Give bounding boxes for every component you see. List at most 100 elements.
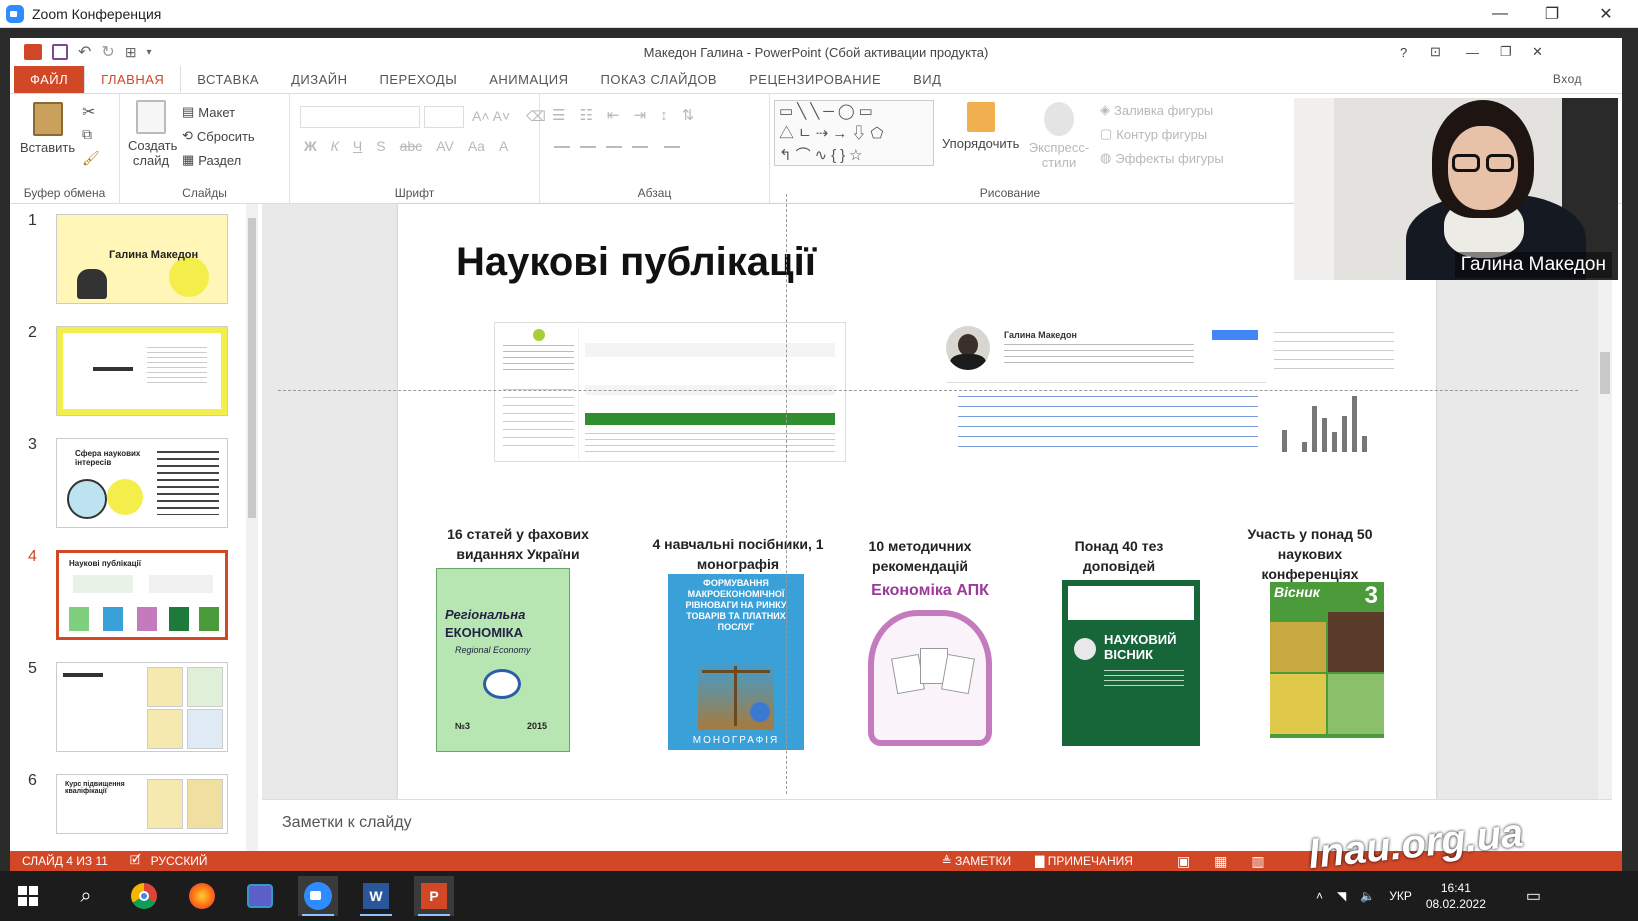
search-icon[interactable]: ⌕: [66, 876, 106, 916]
spacing-button[interactable]: AV: [436, 138, 454, 154]
help-button[interactable]: ?: [1400, 38, 1407, 66]
thumbnail-number: 2: [28, 324, 37, 341]
ribbon-options-button[interactable]: ⊡: [1430, 38, 1441, 66]
participant-video[interactable]: Галина Македон: [1294, 98, 1618, 280]
keyboard-language[interactable]: УКР: [1389, 889, 1412, 903]
arrange-button[interactable]: Упорядочить: [942, 102, 1019, 151]
avatar-body: [950, 354, 986, 370]
arrange-label: Упорядочить: [942, 136, 1020, 151]
quick-styles-button[interactable]: Экспресс-стили: [1024, 102, 1094, 170]
tab-design[interactable]: ДИЗАЙН: [275, 65, 363, 93]
stat-conferences: Участь у понад 50 наукових конференціях: [1247, 526, 1373, 582]
bold-button[interactable]: Ж: [304, 138, 317, 154]
scrollbar-thumb[interactable]: [248, 218, 256, 518]
normal-view-icon[interactable]: ▣: [1177, 853, 1190, 870]
tab-slideshow[interactable]: ПОКАЗ СЛАЙДОВ: [585, 65, 734, 93]
grow-font-icon[interactable]: A˄ A˅: [472, 108, 510, 124]
tab-home[interactable]: ГЛАВНАЯ: [84, 65, 182, 93]
chrome-icon[interactable]: [124, 876, 164, 916]
shadow-button[interactable]: S: [376, 138, 385, 154]
powerpoint-taskbar-icon[interactable]: P: [414, 876, 454, 916]
section-button[interactable]: ▦ Раздел: [182, 152, 241, 168]
zoom-close-button[interactable]: ✕: [1580, 0, 1632, 28]
decrease-indent-icon[interactable]: ⇤: [607, 106, 620, 124]
cut-icon[interactable]: ✂: [82, 102, 95, 122]
shape-outline-button[interactable]: ▢ Контур фигуры: [1100, 126, 1207, 142]
shape-fill-button[interactable]: ◈ Заливка фигуры: [1100, 102, 1213, 118]
align-right-icon[interactable]: [606, 146, 622, 148]
tray-chevron-icon[interactable]: ˄: [1316, 889, 1323, 903]
stat-articles: 16 статей у фахових виданнях України: [447, 526, 589, 562]
shape-effects-button[interactable]: ◍ Эффекты фигуры: [1100, 150, 1224, 166]
format-painter-icon[interactable]: 🖌: [82, 150, 100, 167]
font-size-select[interactable]: [424, 106, 464, 128]
ppt-close-button[interactable]: ✕: [1532, 38, 1543, 66]
ppt-restore-button[interactable]: ❐: [1500, 38, 1512, 66]
zoom-minimize-button[interactable]: —: [1474, 0, 1526, 28]
teams-icon[interactable]: [240, 876, 280, 916]
start-button[interactable]: [8, 876, 48, 916]
shape-outline-icon: ▢: [1100, 126, 1113, 141]
language-indicator[interactable]: РУССКИЙ: [151, 854, 208, 868]
firefox-icon[interactable]: [182, 876, 222, 916]
zoom-taskbar-icon[interactable]: [298, 876, 338, 916]
tab-review[interactable]: РЕЦЕНЗИРОВАНИЕ: [733, 65, 897, 93]
editor-scrollbar-thumb[interactable]: [1600, 352, 1610, 394]
columns-icon[interactable]: [664, 146, 680, 148]
editor-scrollbar[interactable]: [1598, 204, 1612, 799]
tab-insert[interactable]: ВСТАВКА: [181, 65, 275, 93]
notes-toggle[interactable]: ≜ ЗАМЕТКИ: [942, 854, 1012, 868]
thumbnail-6[interactable]: 6 Курс підвищення кваліфікації: [24, 772, 244, 852]
cover4-title: НАУКОВИЙ ВІСНИК: [1104, 632, 1177, 662]
align-center-icon[interactable]: [580, 146, 596, 148]
certificate-image: [187, 709, 223, 749]
reset-button[interactable]: ⟲ Сбросить: [182, 128, 255, 144]
font-color-icon[interactable]: A: [499, 138, 508, 154]
tab-transitions[interactable]: ПЕРЕХОДЫ: [364, 65, 474, 93]
tab-animations[interactable]: АНИМАЦИЯ: [473, 65, 584, 93]
shapes-gallery[interactable]: ▭╲╲─◯▭ △ㄴ⇢→⇩⬠ ↰⌒∿{}☆: [774, 100, 934, 166]
word-icon[interactable]: W: [356, 876, 396, 916]
line-spacing-icon[interactable]: ↕: [660, 107, 668, 124]
bullets-icon[interactable]: ☰: [552, 106, 565, 124]
reading-view-icon[interactable]: ▥: [1251, 853, 1264, 870]
network-icon[interactable]: ◥: [1337, 889, 1346, 903]
thumbnail-1[interactable]: 1 Галина Македон: [24, 212, 244, 312]
thumbnail-5[interactable]: 5: [24, 660, 244, 760]
text-direction-icon[interactable]: ⇅: [682, 106, 695, 124]
underline-button[interactable]: Ч: [353, 138, 362, 154]
current-slide[interactable]: Наукові публікації Галина Македон 16 ста…: [278, 194, 1578, 799]
sign-in-link[interactable]: Вход: [1553, 65, 1622, 93]
strike-button[interactable]: abc: [400, 138, 423, 154]
notifications-icon[interactable]: ▭: [1526, 886, 1541, 906]
align-left-icon[interactable]: [554, 146, 570, 148]
clipboard-group-label: Буфер обмена: [23, 186, 106, 200]
italic-button[interactable]: К: [331, 138, 339, 154]
thumbnail-number: 3: [28, 436, 37, 453]
thumbnail-2[interactable]: 2: [24, 324, 244, 424]
increase-indent-icon[interactable]: ⇥: [633, 106, 646, 124]
ppt-minimize-button[interactable]: —: [1466, 38, 1479, 66]
paste-button[interactable]: Вставить: [20, 102, 75, 155]
spellcheck-icon[interactable]: 🗹: [130, 851, 141, 872]
zoom-restore-button[interactable]: ❐: [1526, 0, 1578, 28]
thumbnail-scrollbar[interactable]: [246, 204, 258, 851]
clock[interactable]: 16:41 08.02.2022: [1426, 880, 1486, 912]
slide-title[interactable]: Наукові публікації: [456, 240, 816, 285]
layout-button[interactable]: ▤ Макет: [182, 104, 235, 120]
tab-file[interactable]: ФАЙЛ: [14, 65, 85, 93]
cover5-photo: [1328, 674, 1384, 734]
volume-icon[interactable]: 🔈: [1360, 889, 1375, 903]
font-family-select[interactable]: [300, 106, 420, 128]
section-icon: ▦: [182, 152, 195, 167]
sorter-view-icon[interactable]: ▦: [1214, 853, 1227, 870]
copy-icon[interactable]: ⧉: [82, 126, 92, 143]
comments-toggle[interactable]: ▇ ПРИМЕЧАНИЯ: [1035, 854, 1133, 868]
new-slide-button[interactable]: Создать слайд: [128, 100, 177, 168]
justify-icon[interactable]: [632, 146, 648, 148]
thumbnail-3[interactable]: 3 Сфера наукових інтересів: [24, 436, 244, 536]
numbering-icon[interactable]: ☷: [579, 106, 592, 124]
thumbnail-4-selected[interactable]: 4 Наукові публікації: [24, 548, 244, 648]
case-button[interactable]: Aa: [468, 138, 485, 154]
tab-view[interactable]: ВИД: [897, 65, 957, 93]
